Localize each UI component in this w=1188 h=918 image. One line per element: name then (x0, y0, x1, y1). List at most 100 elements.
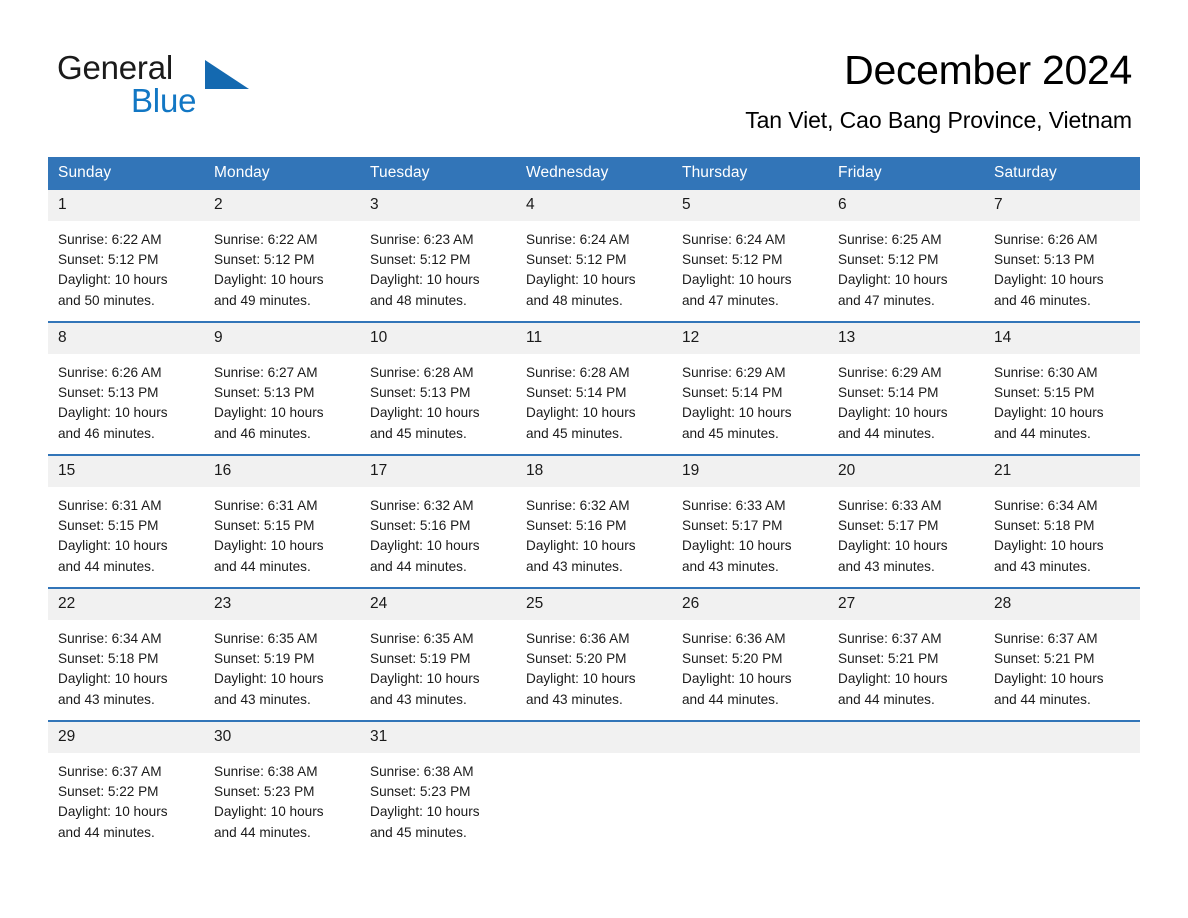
day-cell[interactable]: 13 Sunrise: 6:29 AM Sunset: 5:14 PM Dayl… (828, 321, 984, 455)
sunset-text: Sunset: 5:13 PM (370, 385, 471, 401)
daylight-text-line1: Daylight: 10 hours (994, 538, 1104, 554)
day-details: Sunrise: 6:36 AM Sunset: 5:20 PM Dayligh… (516, 620, 672, 716)
daylight-text-line1: Daylight: 10 hours (838, 538, 948, 554)
day-details (672, 753, 828, 849)
day-cell[interactable]: 16 Sunrise: 6:31 AM Sunset: 5:15 PM Dayl… (204, 454, 360, 588)
daylight-text-line1: Daylight: 10 hours (370, 804, 480, 820)
day-cell[interactable]: 26 Sunrise: 6:36 AM Sunset: 5:20 PM Dayl… (672, 587, 828, 721)
day-cell[interactable]: 10 Sunrise: 6:28 AM Sunset: 5:13 PM Dayl… (360, 321, 516, 455)
daylight-text-line1: Daylight: 10 hours (370, 671, 480, 687)
daylight-text-line1: Daylight: 10 hours (214, 671, 324, 687)
day-details: Sunrise: 6:35 AM Sunset: 5:19 PM Dayligh… (360, 620, 516, 716)
daylight-text-line1: Daylight: 10 hours (214, 272, 324, 288)
sunrise-text: Sunrise: 6:27 AM (214, 365, 318, 380)
day-cell[interactable]: 8 Sunrise: 6:26 AM Sunset: 5:13 PM Dayli… (48, 321, 204, 455)
title-block: December 2024 Tan Viet, Cao Bang Provinc… (745, 45, 1132, 135)
daylight-text-line2: and 43 minutes. (526, 558, 623, 574)
day-details: Sunrise: 6:31 AM Sunset: 5:15 PM Dayligh… (48, 487, 204, 583)
triangle-flag-icon (205, 60, 249, 89)
sunrise-text: Sunrise: 6:36 AM (526, 631, 630, 646)
daylight-text-line1: Daylight: 10 hours (58, 405, 168, 421)
daylight-text-line2: and 49 minutes. (214, 292, 311, 308)
sunset-text: Sunset: 5:18 PM (58, 651, 159, 667)
day-cell[interactable]: 18 Sunrise: 6:32 AM Sunset: 5:16 PM Dayl… (516, 454, 672, 588)
day-number: 29 (48, 722, 204, 753)
week-row: 1 Sunrise: 6:22 AM Sunset: 5:12 PM Dayli… (48, 190, 1140, 322)
sunrise-text: Sunrise: 6:32 AM (526, 498, 630, 513)
daylight-text-line2: and 44 minutes. (838, 691, 935, 707)
day-number: 22 (48, 589, 204, 620)
daylight-text-line1: Daylight: 10 hours (526, 272, 636, 288)
daylight-text-line2: and 46 minutes. (58, 425, 155, 441)
sunrise-text: Sunrise: 6:35 AM (214, 631, 318, 646)
day-cell[interactable]: 28 Sunrise: 6:37 AM Sunset: 5:21 PM Dayl… (984, 587, 1140, 721)
brand-name-general: General (57, 49, 174, 86)
day-details: Sunrise: 6:33 AM Sunset: 5:17 PM Dayligh… (828, 487, 984, 583)
day-cell[interactable]: 31 Sunrise: 6:38 AM Sunset: 5:23 PM Dayl… (360, 720, 516, 853)
day-number: 31 (360, 722, 516, 753)
sunrise-text: Sunrise: 6:29 AM (682, 365, 786, 380)
day-cell[interactable]: 1 Sunrise: 6:22 AM Sunset: 5:12 PM Dayli… (48, 190, 204, 322)
day-number: 13 (828, 323, 984, 354)
day-cell[interactable]: 24 Sunrise: 6:35 AM Sunset: 5:19 PM Dayl… (360, 587, 516, 721)
daylight-text-line2: and 45 minutes. (526, 425, 623, 441)
sunset-text: Sunset: 5:21 PM (838, 651, 939, 667)
daylight-text-line2: and 44 minutes. (838, 425, 935, 441)
day-cell[interactable]: 25 Sunrise: 6:36 AM Sunset: 5:20 PM Dayl… (516, 587, 672, 721)
sunrise-text: Sunrise: 6:30 AM (994, 365, 1098, 380)
day-cell[interactable]: 30 Sunrise: 6:38 AM Sunset: 5:23 PM Dayl… (204, 720, 360, 853)
daylight-text-line1: Daylight: 10 hours (214, 804, 324, 820)
day-number: 8 (48, 323, 204, 354)
day-cell[interactable]: 4 Sunrise: 6:24 AM Sunset: 5:12 PM Dayli… (516, 190, 672, 322)
daylight-text-line1: Daylight: 10 hours (682, 405, 792, 421)
sunset-text: Sunset: 5:13 PM (214, 385, 315, 401)
day-number: 16 (204, 456, 360, 487)
day-cell[interactable]: 17 Sunrise: 6:32 AM Sunset: 5:16 PM Dayl… (360, 454, 516, 588)
day-details: Sunrise: 6:34 AM Sunset: 5:18 PM Dayligh… (984, 487, 1140, 583)
day-cell[interactable]: 15 Sunrise: 6:31 AM Sunset: 5:15 PM Dayl… (48, 454, 204, 588)
general-blue-logo[interactable]: General Blue (57, 50, 357, 120)
day-cell[interactable]: 2 Sunrise: 6:22 AM Sunset: 5:12 PM Dayli… (204, 190, 360, 322)
brand-name-blue: Blue (131, 82, 197, 119)
daylight-text-line1: Daylight: 10 hours (682, 671, 792, 687)
day-number: 26 (672, 589, 828, 620)
sunrise-text: Sunrise: 6:25 AM (838, 232, 942, 247)
sunrise-text: Sunrise: 6:31 AM (214, 498, 318, 513)
day-cell[interactable]: 27 Sunrise: 6:37 AM Sunset: 5:21 PM Dayl… (828, 587, 984, 721)
sunrise-text: Sunrise: 6:28 AM (526, 365, 630, 380)
day-cell[interactable]: 19 Sunrise: 6:33 AM Sunset: 5:17 PM Dayl… (672, 454, 828, 588)
day-cell[interactable]: 9 Sunrise: 6:27 AM Sunset: 5:13 PM Dayli… (204, 321, 360, 455)
daylight-text-line1: Daylight: 10 hours (370, 272, 480, 288)
page-title: December 2024 (844, 47, 1132, 93)
day-cell[interactable]: 7 Sunrise: 6:26 AM Sunset: 5:13 PM Dayli… (984, 190, 1140, 322)
day-details (516, 753, 672, 849)
day-cell[interactable]: 20 Sunrise: 6:33 AM Sunset: 5:17 PM Dayl… (828, 454, 984, 588)
day-cell[interactable]: 23 Sunrise: 6:35 AM Sunset: 5:19 PM Dayl… (204, 587, 360, 721)
day-cell[interactable]: 11 Sunrise: 6:28 AM Sunset: 5:14 PM Dayl… (516, 321, 672, 455)
sunset-text: Sunset: 5:18 PM (994, 518, 1095, 534)
day-cell[interactable]: 12 Sunrise: 6:29 AM Sunset: 5:14 PM Dayl… (672, 321, 828, 455)
daylight-text-line2: and 48 minutes. (526, 292, 623, 308)
day-cell[interactable]: 6 Sunrise: 6:25 AM Sunset: 5:12 PM Dayli… (828, 190, 984, 322)
month-calendar: Sunday Monday Tuesday Wednesday Thursday… (48, 157, 1140, 853)
sunset-text: Sunset: 5:13 PM (58, 385, 159, 401)
sunset-text: Sunset: 5:12 PM (838, 252, 939, 268)
daylight-text-line2: and 45 minutes. (682, 425, 779, 441)
day-cell[interactable]: 3 Sunrise: 6:23 AM Sunset: 5:12 PM Dayli… (360, 190, 516, 322)
sunset-text: Sunset: 5:15 PM (994, 385, 1095, 401)
day-number: 9 (204, 323, 360, 354)
sunrise-text: Sunrise: 6:33 AM (838, 498, 942, 513)
sunset-text: Sunset: 5:14 PM (838, 385, 939, 401)
day-cell[interactable]: 5 Sunrise: 6:24 AM Sunset: 5:12 PM Dayli… (672, 190, 828, 322)
day-cell[interactable]: 14 Sunrise: 6:30 AM Sunset: 5:15 PM Dayl… (984, 321, 1140, 455)
sunset-text: Sunset: 5:16 PM (526, 518, 627, 534)
daylight-text-line1: Daylight: 10 hours (838, 272, 948, 288)
day-cell[interactable]: 29 Sunrise: 6:37 AM Sunset: 5:22 PM Dayl… (48, 720, 204, 853)
day-cell-empty (516, 720, 672, 853)
day-details: Sunrise: 6:25 AM Sunset: 5:12 PM Dayligh… (828, 221, 984, 317)
day-cell[interactable]: 22 Sunrise: 6:34 AM Sunset: 5:18 PM Dayl… (48, 587, 204, 721)
day-number: 24 (360, 589, 516, 620)
day-details: Sunrise: 6:38 AM Sunset: 5:23 PM Dayligh… (360, 753, 516, 849)
sunset-text: Sunset: 5:17 PM (838, 518, 939, 534)
day-cell[interactable]: 21 Sunrise: 6:34 AM Sunset: 5:18 PM Dayl… (984, 454, 1140, 588)
